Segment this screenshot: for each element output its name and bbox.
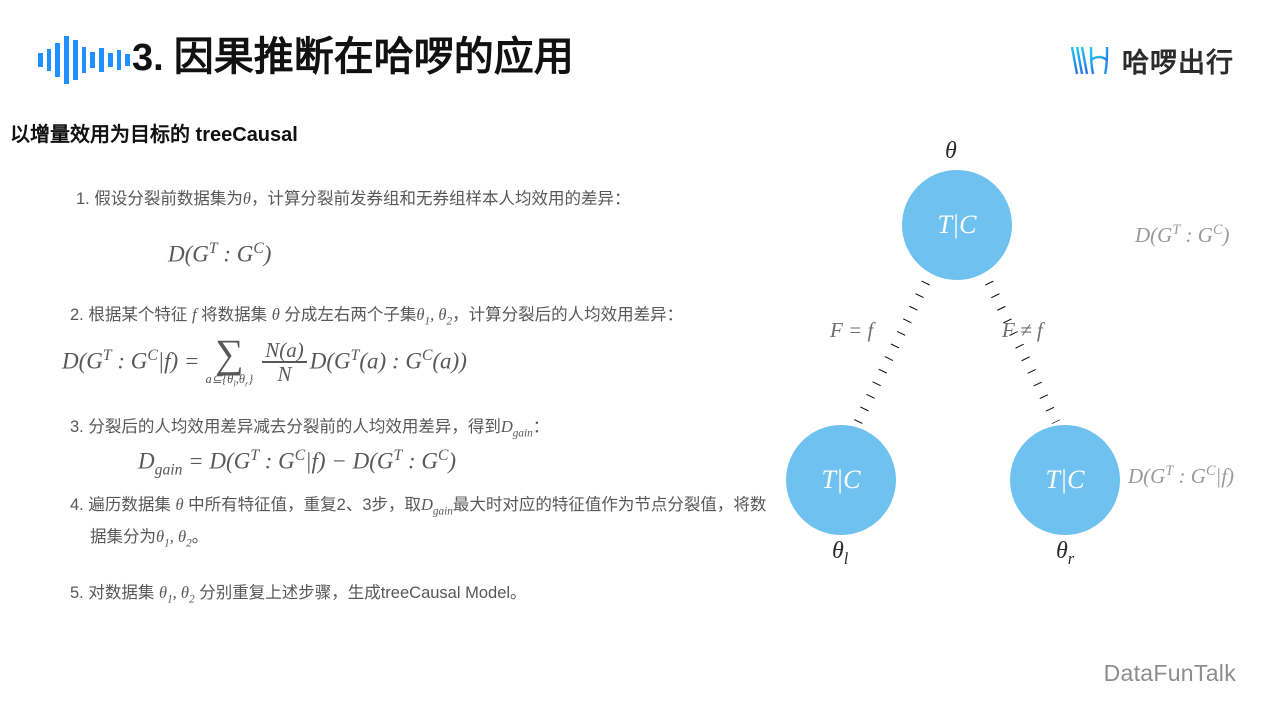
formula-step-1: D(GT : GC) [168, 240, 272, 267]
list-item-5: 5. 对数据集 θ1, θ2 分别重复上述步骤，生成treeCausal Mod… [70, 580, 810, 612]
step-5-index: 5. [70, 584, 84, 602]
step-4-text: 4. 遍历数据集 θ 中所有特征值，重复2、3步，取Dgain最大时对应的特征值… [70, 492, 770, 557]
slide-header: 3. 因果推断在哈啰的应用 哈啰出行 [0, 0, 1280, 105]
step-5-text: 5. 对数据集 θ1, θ2 分别重复上述步骤，生成treeCausal Mod… [70, 580, 810, 612]
waveform-bar-9 [107, 53, 113, 67]
tree-root-theta-label: θ [945, 138, 957, 164]
formula-step-2-lhs: D(GT : GC|f) = [62, 347, 200, 375]
brand-name: 哈啰出行 [1122, 47, 1234, 78]
summation-symbol: ∑ a⊆{θl,θr} [205, 331, 254, 391]
hello-h-logo-icon [1070, 46, 1109, 75]
edge-label-right: F ≠ f [1002, 318, 1043, 342]
tree-node-left-label: T|C [821, 465, 861, 494]
step-2-index: 2. [70, 306, 84, 324]
tree-node-right[interactable]: T|C [1010, 425, 1120, 535]
edge-root-to-right [978, 268, 1061, 424]
edge-root-to-left [853, 268, 937, 424]
waveform-bar-1 [38, 53, 43, 67]
waveform-bar-2 [46, 49, 52, 71]
watermark: DataFunTalk [1103, 660, 1236, 686]
audio-waveform-icon [38, 36, 131, 84]
tree-left-theta-label: θl [832, 538, 849, 568]
step-1-text: 1. 假设分裂前数据集为θ，计算分裂前发券组和无券组样本人均效用的差异： [76, 186, 806, 212]
section-subtitle: 以增量效用为目标的 treeCausal [10, 124, 298, 146]
waveform-bar-3 [55, 43, 61, 77]
step-1-body: 假设分裂前数据集为θ，计算分裂前发券组和无券组样本人均效用的差异： [94, 189, 631, 208]
waveform-bar-5 [72, 40, 78, 80]
formula-step-3: Dgain = D(GT : GC|f) − D(GT : GC) [138, 447, 457, 479]
side-formula-child: D(GT : GC|f) [1128, 463, 1235, 488]
formula-step-2-rhs: D(GT(a) : GC(a)) [309, 347, 467, 375]
fraction-denominator: N [277, 361, 292, 386]
tree-node-root[interactable]: T|C [902, 170, 1012, 280]
step-2-text: 2. 根据某个特征 f 将数据集 θ 分成左右两个子集θ1, θ2，计算分裂后的… [70, 302, 810, 334]
brand-logo: 哈啰出行 [1069, 38, 1234, 82]
waveform-bar-10 [116, 50, 122, 70]
step-2-body: 根据某个特征 f 将数据集 θ 分成左右两个子集θ1, θ2，计算分裂后的人均效… [88, 305, 684, 328]
page-title-number: 3. [132, 37, 164, 79]
tree-node-left[interactable]: T|C [786, 425, 896, 535]
waveform-bar-8 [99, 48, 104, 72]
waveform-bar-7 [90, 52, 96, 68]
tree-node-right-label: T|C [1045, 465, 1085, 494]
list-item-1: 1. 假设分裂前数据集为θ，计算分裂前发券组和无券组样本人均效用的差异： [76, 186, 806, 212]
waveform-bar-11 [125, 54, 131, 66]
tree-diagram: T|C T|C T|C θ θl θr F = f F ≠ f D(GT : G… [780, 130, 1280, 600]
formula-step-2: D(GT : GC|f) = ∑ a⊆{θl,θr} N(a) N D(GT(a… [62, 334, 467, 389]
page-title-text: 因果推断在哈啰的应用 [173, 34, 574, 79]
step-3-body: 分裂后的人均效用差异减去分裂前的人均效用差异，得到Dgain： [88, 417, 550, 440]
step-4-body: 遍历数据集 θ 中所有特征值，重复2、3步，取Dgain最大时对应的特征值作为节… [88, 495, 767, 550]
edge-label-left: F = f [830, 318, 874, 342]
step-4-index: 4. [70, 496, 84, 514]
step-3-text: 3. 分裂后的人均效用差异减去分裂前的人均效用差异，得到Dgain： [70, 414, 810, 446]
list-item-2: 2. 根据某个特征 f 将数据集 θ 分成左右两个子集θ1, θ2，计算分裂后的… [70, 302, 810, 334]
fraction-n-a-over-n: N(a) N [262, 339, 307, 386]
step-1-index: 1. [76, 190, 90, 208]
page-title: 3. 因果推断在哈啰的应用 [132, 29, 574, 86]
sigma-icon: ∑ [215, 331, 244, 376]
step-3-index: 3. [70, 418, 84, 436]
step-5-body: 对数据集 θ1, θ2 分别重复上述步骤，生成treeCausal Model。 [88, 583, 527, 606]
list-item-4: 4. 遍历数据集 θ 中所有特征值，重复2、3步，取Dgain最大时对应的特征值… [70, 492, 770, 557]
fraction-numerator: N(a) [265, 338, 304, 362]
tree-node-root-label: T|C [937, 210, 977, 239]
summation-subscript: a⊆{θl,θr} [205, 372, 254, 389]
tree-right-theta-label: θr [1056, 538, 1075, 568]
list-item-3: 3. 分裂后的人均效用差异减去分裂前的人均效用差异，得到Dgain： [70, 414, 810, 446]
waveform-bar-4 [64, 36, 69, 84]
side-formula-root: D(GT : GC) [1135, 222, 1230, 247]
waveform-bar-6 [81, 47, 87, 73]
